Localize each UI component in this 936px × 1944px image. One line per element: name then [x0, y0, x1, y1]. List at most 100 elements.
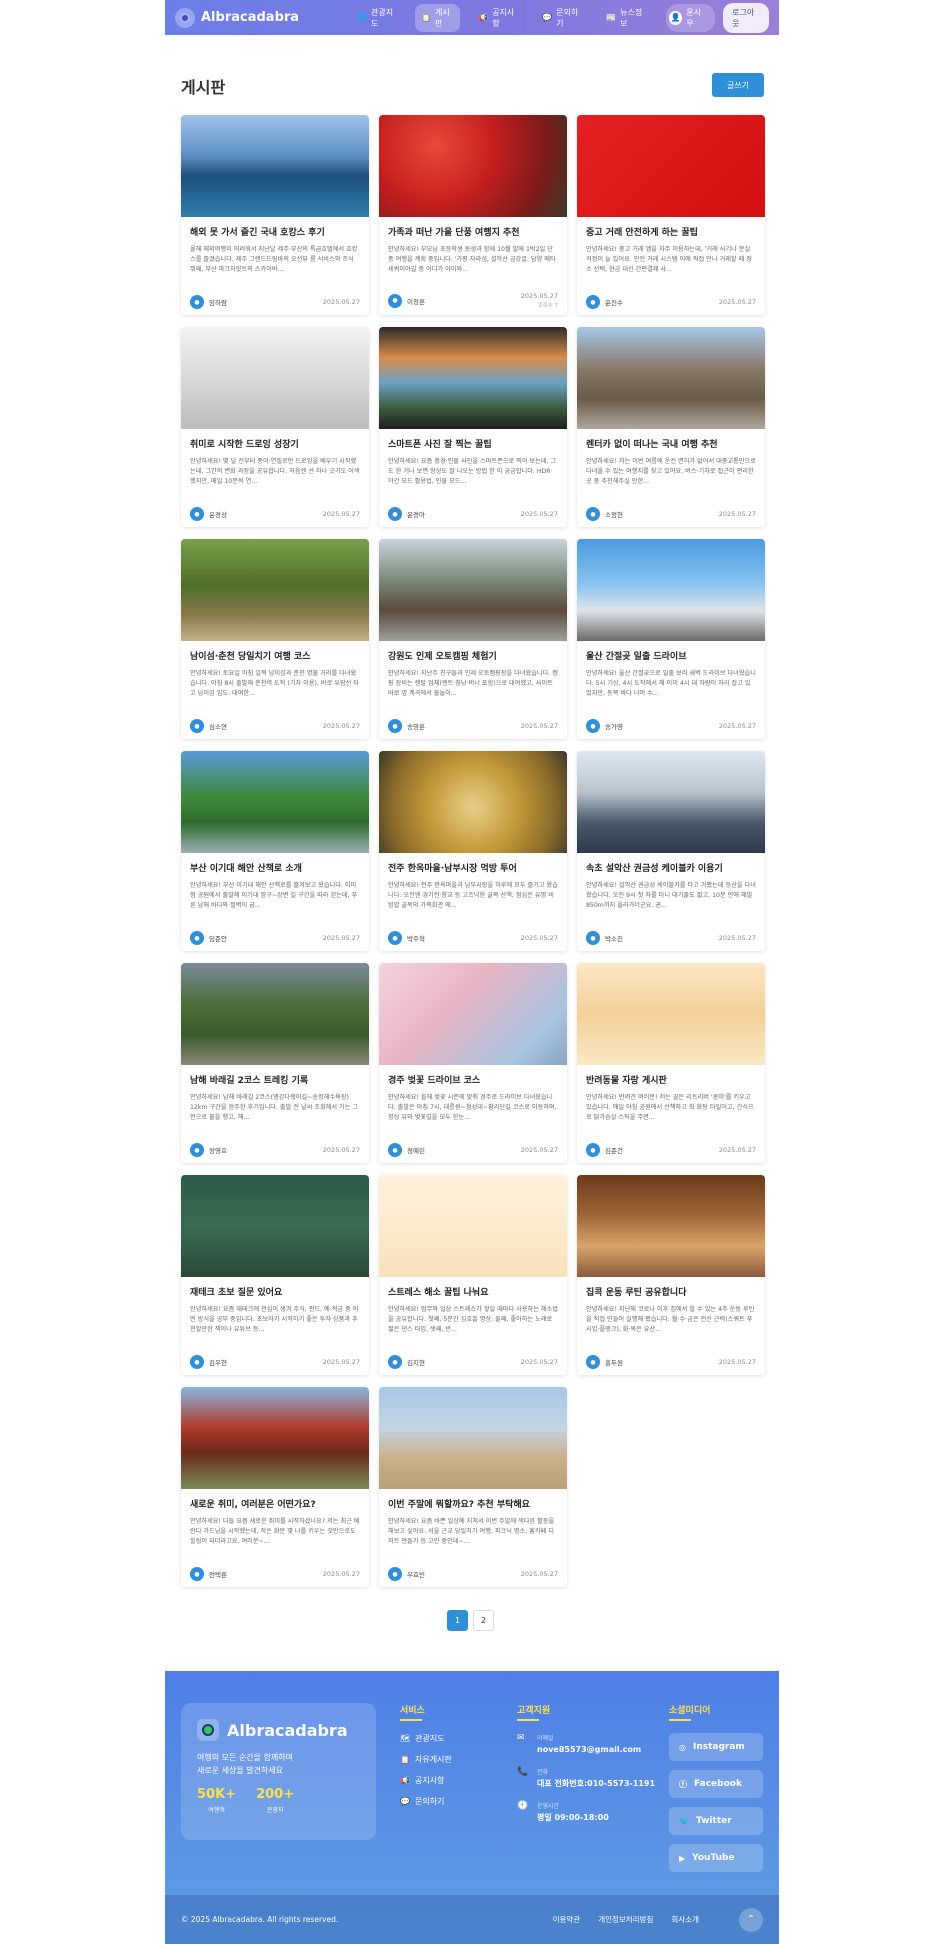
nav-item-inquiry[interactable]: 💬 문의하기 [536, 4, 588, 32]
author-name: 윤진수 [605, 299, 623, 307]
footer-link-map[interactable]: 🗺 관광지도 [400, 1733, 452, 1744]
post-title[interactable]: 남해 바래길 2코스 트레킹 기록 [190, 1073, 360, 1086]
post-title[interactable]: 중고 거래 안전하게 하는 꿀팁 [586, 225, 756, 238]
post-card[interactable]: 경주 벚꽃 드라이브 코스 안녕하세요! 올해 벚꽃 시즌에 맞춰 경주로 드라… [379, 963, 567, 1163]
privacy-link[interactable]: 개인정보처리방침 [598, 1914, 653, 1925]
post-title[interactable]: 재테크 초보 질문 있어요 [190, 1285, 360, 1298]
post-title[interactable]: 남이섬·춘천 당일치기 여행 코스 [190, 649, 360, 662]
post-card[interactable]: 이번 주말에 뭐할까요? 추천 부탁해요 안녕하세요! 요즘 바쁜 일상에 지쳐… [379, 1387, 567, 1587]
post-title[interactable]: 스트레스 해소 꿀팁 나눠요 [388, 1285, 558, 1298]
post-card-body: 경주 벚꽃 드라이브 코스 안녕하세요! 올해 벚꽃 시즌에 맞춰 경주로 드라… [379, 1065, 567, 1163]
post-card[interactable]: 스마트폰 사진 잘 찍는 꿀팁 안녕하세요! 요즘 풍경·인물 사진을 스마트폰… [379, 327, 567, 527]
post-title[interactable]: 가족과 떠난 가을 단풍 여행지 추천 [388, 225, 558, 238]
footer-link-notice[interactable]: 📢 공지사항 [400, 1775, 452, 1786]
post-date: 2025.05.27 [520, 509, 558, 518]
nav-item-news[interactable]: 📰 뉴스정보 [600, 4, 652, 32]
post-title[interactable]: 반려동물 자랑 게시판 [586, 1073, 756, 1086]
post-meta: 2025.05.27 [323, 722, 360, 731]
nav-item-map[interactable]: 🌐 관광지도 [351, 4, 403, 32]
post-thumbnail[interactable] [577, 963, 765, 1065]
nav-item-board[interactable]: 📋 게시판 [415, 3, 461, 32]
post-thumbnail[interactable] [181, 1175, 369, 1277]
post-thumbnail[interactable] [577, 115, 765, 217]
social-instagram-button[interactable]: ◎ Instagram [669, 1733, 763, 1761]
post-card[interactable]: 집콕 운동 루틴 공유합니다 안녕하세요! 지난해 코로나 이후 집에서 할 수… [577, 1175, 765, 1375]
post-footer: ● 송가영 2025.05.27 [586, 719, 756, 733]
post-meta: 2025.05.27 [323, 1570, 360, 1579]
post-title[interactable]: 취미로 시작한 드로잉 성장기 [190, 437, 360, 450]
post-excerpt: 안녕하세요! 지난해 코로나 이후 집에서 할 수 있는 4주 운동 루틴을 직… [586, 1306, 755, 1333]
post-date: 2025.05.27 [322, 721, 360, 730]
nav-item-notice[interactable]: 📢 공지사항 [472, 4, 524, 32]
post-meta: 2025.05.27 [323, 1358, 360, 1367]
write-button[interactable]: 글쓰기 [712, 73, 764, 97]
post-thumbnail[interactable] [577, 327, 765, 429]
post-card[interactable]: 울산 간절곶 일출 드라이브 안녕하세요! 울산 간절곶으로 일출 보러 새벽 … [577, 539, 765, 739]
post-card[interactable]: 재테크 초보 질문 있어요 안녕하세요! 요즘 재테크에 관심이 생겨 주식, … [181, 1175, 369, 1375]
post-card[interactable]: 남이섬·춘천 당일치기 여행 코스 안녕하세요! 토요일 아침 일찍 남이섬과 … [181, 539, 369, 739]
logo[interactable]: Albracadabra [175, 7, 299, 28]
post-thumbnail[interactable] [379, 1175, 567, 1277]
post-card[interactable]: 전주 한옥마을·남부시장 먹방 투어 안녕하세요! 전주 한옥마을과 남부시장을… [379, 751, 567, 951]
post-title[interactable]: 경주 벚꽃 드라이브 코스 [388, 1073, 558, 1086]
post-card[interactable]: 부산 이기대 해안 산책로 소개 안녕하세요! 부산 이기대 해안 산책로를 즐… [181, 751, 369, 951]
post-title[interactable]: 해외 못 가서 즐긴 국내 호캉스 후기 [190, 225, 360, 238]
post-title[interactable]: 전주 한옥마을·남부시장 먹방 투어 [388, 861, 558, 874]
post-title[interactable]: 집콕 운동 루틴 공유합니다 [586, 1285, 756, 1298]
post-thumbnail[interactable] [379, 327, 567, 429]
post-thumbnail[interactable] [181, 751, 369, 853]
post-title[interactable]: 부산 이기대 해안 산책로 소개 [190, 861, 360, 874]
post-card[interactable]: 스트레스 해소 꿀팁 나눠요 안녕하세요! 업무와 일상 스트레스가 쌓일 때마… [379, 1175, 567, 1375]
post-title[interactable]: 울산 간절곶 일출 드라이브 [586, 649, 756, 662]
post-thumbnail[interactable] [181, 115, 369, 217]
post-thumbnail[interactable] [181, 539, 369, 641]
post-card[interactable]: 남해 바래길 2코스 트레킹 기록 안녕하세요! 남해 바래길 2코스(앵강다랭… [181, 963, 369, 1163]
post-date: 2025.05.27 [718, 721, 756, 730]
post-thumbnail[interactable] [379, 963, 567, 1065]
post-card[interactable]: 취미로 시작한 드로잉 성장기 안녕하세요! 몇 달 전부터 종이·연필로만 드… [181, 327, 369, 527]
terms-link[interactable]: 이용약관 [553, 1914, 581, 1925]
user-menu[interactable]: 👤 윤시우 [666, 3, 716, 32]
post-thumbnail[interactable] [181, 327, 369, 429]
footer-link-board[interactable]: 📋 자유게시판 [400, 1754, 452, 1765]
author-name: 윤경상 [209, 511, 227, 519]
post-title[interactable]: 렌터카 없이 떠나는 국내 여행 추천 [586, 437, 756, 450]
author-name: 소정현 [605, 511, 623, 519]
post-thumbnail[interactable] [577, 539, 765, 641]
post-thumbnail[interactable] [379, 115, 567, 217]
contact-value[interactable]: nove85573@gmail.com [537, 1743, 641, 1756]
post-card[interactable]: 새로운 취미, 여러분은 어떤가요? 안녕하세요! 다들 요즘 새로운 취미를 … [181, 1387, 369, 1587]
post-card[interactable]: 렌터카 없이 떠나는 국내 여행 추천 안녕하세요! 저는 이번 여름에 운전 … [577, 327, 765, 527]
post-title[interactable]: 스마트폰 사진 잘 찍는 꿀팁 [388, 437, 558, 450]
social-twitter-button[interactable]: 🐦 Twitter [669, 1807, 763, 1835]
post-excerpt: 안녕하세요! 지난주 친구들과 인제 오토캠핑장을 다녀왔습니다. 캠핑 장비는… [388, 670, 558, 697]
page-button-2[interactable]: 2 [473, 1610, 494, 1631]
post-title[interactable]: 속초 설악산 권금성 케이블카 이용기 [586, 861, 756, 874]
post-thumbnail[interactable] [181, 963, 369, 1065]
post-card[interactable]: 해외 못 가서 즐긴 국내 호캉스 후기 올해 해외여행이 어려워서 지난달 제… [181, 115, 369, 315]
page-button-1[interactable]: 1 [447, 1610, 468, 1631]
post-thumbnail[interactable] [379, 1387, 567, 1489]
post-thumbnail[interactable] [379, 751, 567, 853]
footer-link-inquiry[interactable]: 💬 문의하기 [400, 1796, 452, 1807]
post-card[interactable]: 반려동물 자랑 게시판 안녕하세요! 반려견 여러분! 저는 골든 리트리버 '… [577, 963, 765, 1163]
social-youtube-button[interactable]: ▶ YouTube [669, 1844, 763, 1872]
post-thumbnail[interactable] [379, 539, 567, 641]
post-title[interactable]: 이번 주말에 뭐할까요? 추천 부탁해요 [388, 1497, 558, 1510]
post-title[interactable]: 새로운 취미, 여러분은 어떤가요? [190, 1497, 360, 1510]
social-facebook-button[interactable]: ⓕ Facebook [669, 1770, 763, 1798]
post-card[interactable]: 속초 설악산 권금성 케이블카 이용기 안녕하세요! 설악산 권금성 케이블카를… [577, 751, 765, 951]
avatar: ● [190, 1143, 204, 1157]
post-card[interactable]: 중고 거래 안전하게 하는 꿀팁 안녕하세요! 중고 거래 앱을 자주 이용하는… [577, 115, 765, 315]
post-thumbnail[interactable] [577, 1175, 765, 1277]
about-link[interactable]: 회사소개 [671, 1914, 699, 1925]
post-date: 2025.05.27 [322, 1145, 360, 1154]
post-title[interactable]: 강원도 인제 오토캠핑 체험기 [388, 649, 558, 662]
post-card[interactable]: 강원도 인제 오토캠핑 체험기 안녕하세요! 지난주 친구들과 인제 오토캠핑장… [379, 539, 567, 739]
post-thumbnail[interactable] [181, 1387, 369, 1489]
post-card[interactable]: 가족과 떠난 가을 단풍 여행지 추천 안녕하세요! 부모님 초등학생 동생과 … [379, 115, 567, 315]
scroll-top-button[interactable]: ⌃ [739, 1907, 763, 1932]
post-thumbnail[interactable] [577, 751, 765, 853]
logout-button[interactable]: 로그아웃 [723, 2, 769, 33]
footer-bottom-bar: © 2025 Albracadabra. All rights reserved… [165, 1894, 779, 1944]
